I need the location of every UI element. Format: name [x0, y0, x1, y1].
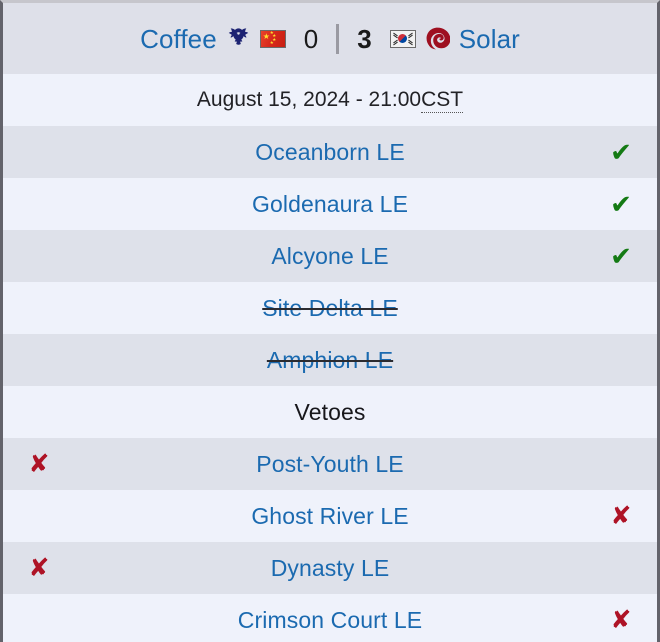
- right-mark-cell: ✘: [585, 501, 657, 530]
- map-row: Alcyone LE ✔: [3, 230, 657, 282]
- flag-cn-icon: ★ ★ ★ ★ ★: [259, 29, 286, 48]
- zerg-icon: [425, 26, 450, 51]
- veto-row: ✘ Post-Youth LE: [3, 438, 657, 490]
- veto-cross-icon: ✘: [610, 501, 632, 530]
- right-mark-cell: ✔: [585, 191, 657, 217]
- left-team-score: 0: [303, 23, 319, 54]
- right-team-name[interactable]: Solar: [459, 26, 520, 52]
- map-name[interactable]: Goldenaura LE: [75, 191, 585, 218]
- right-team-score: 3: [357, 23, 372, 54]
- score-divider: [336, 23, 340, 54]
- vetoes-label: Vetoes: [294, 398, 366, 425]
- win-check-icon: ✔: [610, 137, 632, 167]
- veto-row: Ghost River LE ✘: [3, 490, 657, 542]
- left-mark-cell: ✘: [3, 449, 75, 478]
- veto-cross-icon: ✘: [610, 605, 632, 634]
- map-name[interactable]: Ghost River LE: [75, 503, 585, 530]
- right-mark-cell: ✔: [585, 139, 657, 165]
- match-detail-popup: Coffee ★ ★ ★ ★ ★ 0 3 Solar August 15, 20…: [0, 0, 660, 642]
- map-name-struck[interactable]: Amphion LE: [267, 347, 393, 373]
- timezone-abbr[interactable]: CST: [421, 88, 464, 113]
- win-check-icon: ✔: [610, 189, 632, 219]
- veto-row: Crimson Court LE ✘: [3, 594, 657, 642]
- left-mark-cell: ✘: [3, 553, 75, 582]
- right-mark-cell: ✘: [585, 605, 657, 634]
- map-name-struck[interactable]: Site Delta LE: [262, 295, 398, 321]
- match-date-text: August 15, 2024 - 21:00: [196, 88, 422, 111]
- match-datetime: August 15, 2024 - 21:00 CST: [3, 74, 657, 126]
- map-name[interactable]: Oceanborn LE: [75, 139, 585, 166]
- map-name[interactable]: Site Delta LE: [75, 295, 585, 322]
- vetoes-section-header: Vetoes: [3, 386, 657, 438]
- right-mark-cell: ✔: [585, 243, 657, 269]
- map-name[interactable]: Post-Youth LE: [75, 451, 585, 478]
- map-list: Oceanborn LE ✔ Goldenaura LE ✔ Alcyone LE ✔ Si…: [3, 126, 657, 642]
- map-name[interactable]: Crimson Court LE: [75, 607, 585, 634]
- veto-cross-icon: ✘: [28, 553, 50, 582]
- match-header: Coffee ★ ★ ★ ★ ★ 0 3 Solar: [3, 3, 657, 74]
- left-team: Coffee ★ ★ ★ ★ ★ 0: [140, 26, 327, 52]
- map-name[interactable]: Alcyone LE: [75, 243, 585, 270]
- map-name[interactable]: Amphion LE: [75, 347, 585, 374]
- map-row: Site Delta LE: [3, 282, 657, 334]
- map-row: Oceanborn LE ✔: [3, 126, 657, 178]
- map-row: Goldenaura LE ✔: [3, 178, 657, 230]
- map-name[interactable]: Dynasty LE: [75, 555, 585, 582]
- win-check-icon: ✔: [610, 241, 632, 271]
- left-team-name[interactable]: Coffee: [140, 26, 217, 52]
- veto-row: ✘ Dynasty LE: [3, 542, 657, 594]
- flag-kr-icon: [389, 29, 416, 48]
- veto-cross-icon: ✘: [28, 449, 50, 478]
- protoss-icon: [226, 26, 251, 51]
- right-team: 3 Solar: [348, 26, 520, 52]
- map-row: Amphion LE: [3, 334, 657, 386]
